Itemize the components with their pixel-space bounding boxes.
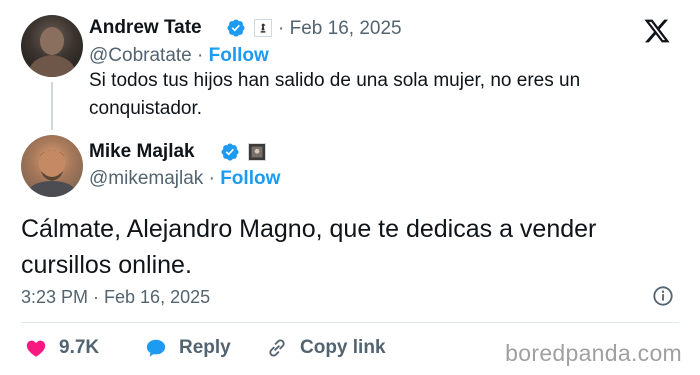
verified-badge-icon	[220, 142, 240, 162]
reply-text: Cálmate, Alejandro Magno, que te dedicas…	[21, 215, 597, 279]
affiliate-badge-icon[interactable]	[248, 143, 266, 161]
affiliate-badge-icon[interactable]	[254, 19, 272, 37]
handle-separator: ·	[197, 45, 204, 66]
reply-author-handle[interactable]: @mikemajlak	[89, 168, 203, 189]
tweet-text: Si todos tus hijos han salido de una sol…	[89, 70, 581, 119]
author-handle-row: @Cobratate · Follow	[89, 45, 269, 67]
thread-connector-line	[51, 82, 53, 130]
heart-icon	[26, 340, 46, 357]
handle-separator: ·	[208, 168, 215, 189]
reply-button[interactable]: Reply	[145, 337, 231, 359]
link-icon	[269, 339, 285, 357]
like-button[interactable]: 9.7K	[25, 337, 99, 359]
copy-link-label: Copy link	[300, 337, 386, 358]
divider	[21, 322, 679, 323]
follow-button[interactable]: Follow	[220, 168, 280, 189]
x-logo-icon[interactable]	[643, 17, 671, 45]
reply-author-name[interactable]: Mike Majlak	[89, 141, 195, 163]
info-icon[interactable]	[652, 285, 674, 307]
copy-link-button[interactable]: Copy link	[266, 337, 386, 359]
avatar-mike-majlak[interactable]	[21, 135, 83, 197]
reply-bubble-icon	[146, 339, 166, 357]
avatar-andrew-tate[interactable]	[21, 15, 83, 77]
tweet-date[interactable]: · Feb 16, 2025	[278, 18, 402, 40]
reply-handle-row: @mikemajlak · Follow	[89, 168, 280, 190]
like-count: 9.7K	[59, 337, 100, 358]
watermark: boredpanda.com	[505, 340, 682, 366]
author-handle[interactable]: @Cobratate	[89, 45, 192, 66]
reply-timestamp[interactable]: 3:23 PM · Feb 16, 2025	[21, 287, 210, 308]
reply-label: Reply	[179, 337, 231, 358]
author-name[interactable]: Andrew Tate	[89, 17, 202, 39]
verified-badge-icon	[226, 18, 246, 38]
follow-button[interactable]: Follow	[209, 45, 269, 66]
